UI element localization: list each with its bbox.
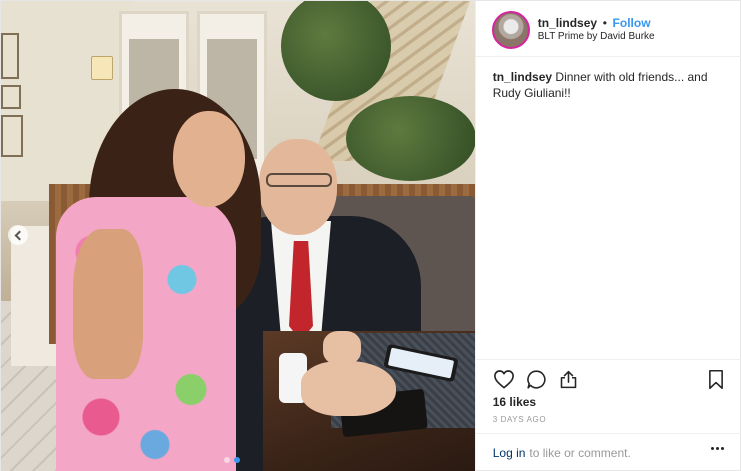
man-hand <box>301 361 396 416</box>
plant <box>346 96 475 181</box>
likes-count[interactable]: 16 likes <box>493 395 536 409</box>
wall-frame <box>1 33 19 79</box>
more-options-icon[interactable] <box>711 447 724 450</box>
wall-frame <box>1 115 23 157</box>
girl-arm <box>73 229 143 379</box>
location-link[interactable]: BLT Prime by David Burke <box>538 30 655 44</box>
header-text: tn_lindsey • Follow BLT Prime by David B… <box>538 16 655 44</box>
post-header: tn_lindsey • Follow BLT Prime by David B… <box>475 1 741 57</box>
man-head <box>259 139 337 235</box>
wall-frame <box>1 85 21 109</box>
girl-face <box>173 111 245 207</box>
caption: tn_lindsey Dinner with old friends... an… <box>493 69 725 101</box>
carousel-dot <box>224 457 230 463</box>
username-link[interactable]: tn_lindsey <box>538 16 597 30</box>
action-bar <box>475 359 741 399</box>
separator: • <box>602 15 607 30</box>
instagram-post: tn_lindsey • Follow BLT Prime by David B… <box>0 0 741 471</box>
post-side-panel: tn_lindsey • Follow BLT Prime by David B… <box>474 1 741 471</box>
carousel-dot-active <box>234 457 240 463</box>
follow-button[interactable]: Follow <box>613 16 651 30</box>
post-photo[interactable] <box>1 1 475 471</box>
comment-bar: Log in to like or comment. <box>475 433 741 471</box>
caption-username[interactable]: tn_lindsey <box>493 70 552 84</box>
man-hand <box>323 331 361 365</box>
avatar[interactable] <box>491 10 530 49</box>
carousel-prev-icon[interactable] <box>8 225 28 245</box>
heart-icon[interactable] <box>493 369 515 389</box>
post-timestamp[interactable]: 3 DAYS AGO <box>493 415 546 424</box>
comment-icon[interactable] <box>526 369 547 390</box>
share-icon[interactable] <box>558 369 579 390</box>
bookmark-icon[interactable] <box>707 369 725 390</box>
carousel-dots <box>224 457 240 463</box>
wall-lamp <box>91 56 113 80</box>
glasses <box>266 173 332 187</box>
comment-prompt: to like or comment. <box>529 446 631 460</box>
login-link[interactable]: Log in <box>493 446 526 460</box>
